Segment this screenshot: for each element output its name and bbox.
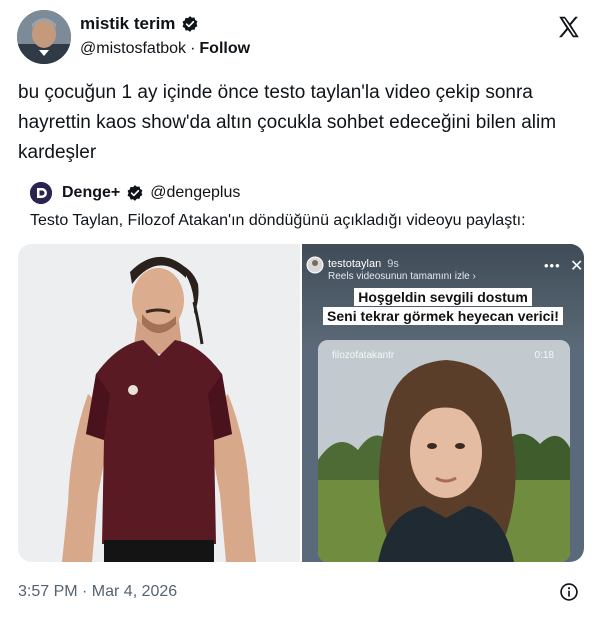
separator-dot: ·: [190, 40, 196, 57]
story-caption: Hoşgeldin sevgili dostum Seni tekrar gör…: [302, 288, 584, 326]
quote-header: Denge+ @dengeplus: [30, 182, 240, 204]
story-time-ago: 9s: [387, 258, 399, 270]
verified-badge-icon: [127, 185, 143, 201]
tweet-card: mistik terim @mistosfatbok · Follow bu ç…: [0, 0, 600, 622]
story-avatar-icon: [306, 256, 324, 274]
media-photo-left[interactable]: [18, 244, 300, 562]
author-handle-row: @mistosfatbok · Follow: [80, 40, 250, 58]
info-icon[interactable]: [559, 582, 579, 602]
quote-display-name: Denge+: [62, 184, 121, 201]
story-video-card[interactable]: filozofatakantr 0:18: [318, 340, 570, 562]
story-user-row: testotaylan 9s: [328, 258, 399, 270]
story-reels-link[interactable]: Reels videosunun tamamını izle ›: [328, 271, 476, 282]
story-caption-line1: Hoşgeldin sevgili dostum: [354, 288, 532, 306]
quote-media[interactable]: testotaylan 9s Reels videosunun tamamını…: [18, 244, 584, 562]
quote-text: Testo Taylan, Filozof Atakan'ın döndüğün…: [30, 212, 526, 229]
young-man-video-image: [318, 340, 570, 562]
quoted-tweet[interactable]: Denge+ @dengeplus Testo Taylan, Filozof …: [18, 168, 584, 565]
author-display-name[interactable]: mistik terim: [80, 14, 175, 34]
follow-button[interactable]: Follow: [199, 40, 250, 58]
story-more-icon[interactable]: •••: [544, 258, 561, 273]
video-duration: 0:18: [534, 350, 554, 361]
quote-avatar: [30, 182, 52, 204]
tweet-timestamp[interactable]: 3:57 PM · Mar 4, 2026: [18, 583, 177, 601]
author-name-row: mistik terim: [80, 14, 199, 34]
media-story-right[interactable]: testotaylan 9s Reels videosunun tamamını…: [302, 244, 584, 562]
story-username[interactable]: testotaylan: [328, 258, 381, 270]
man-in-shirt-image: [18, 244, 300, 562]
x-logo-icon[interactable]: [556, 14, 582, 40]
author-avatar[interactable]: [17, 10, 71, 64]
author-handle[interactable]: @mistosfatbok: [80, 40, 186, 58]
tweet-text: bu çocuğun 1 ay içinde önce testo taylan…: [18, 82, 557, 163]
quote-handle: @dengeplus: [150, 184, 241, 201]
video-username: filozofatakantr: [332, 350, 395, 361]
story-caption-line2: Seni tekrar görmek heyecan verici!: [323, 307, 563, 325]
story-close-icon[interactable]: ✕: [570, 256, 583, 276]
verified-badge-icon: [183, 16, 198, 32]
